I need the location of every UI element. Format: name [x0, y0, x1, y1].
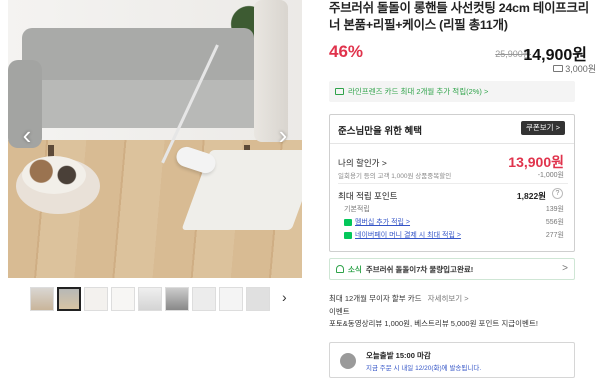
help-icon[interactable]: ? [552, 188, 563, 199]
divider [330, 143, 574, 144]
image-cat [22, 156, 86, 194]
thumbnail-selected[interactable] [57, 287, 81, 311]
installment-more-link[interactable]: 자세히보기 > [428, 294, 469, 303]
my-price-label[interactable]: 나의 할인가 > [338, 157, 387, 169]
store-news-bar[interactable]: 소식 주브러쉬 돌돌이7차 물량입고완료! > [329, 258, 575, 280]
points-row-link[interactable]: 멤버십 추가 적립 > [355, 217, 410, 227]
my-price: 13,900원 [508, 154, 564, 170]
coupon-button[interactable]: 쿠폰보기 > [520, 121, 565, 135]
thumbnail[interactable] [138, 287, 162, 311]
benefits-heading: 준스님만을 위한 혜택 [338, 126, 422, 137]
thumbnail[interactable] [165, 287, 189, 311]
delivery-deadline: 오늘출발 15:00 마감 [366, 351, 431, 360]
product-title: 주브러쉬 돌돌이 롱핸들 사선컷팅 24cm 테이프크리너 본품+리필+케이스 … [329, 1, 589, 32]
divider [338, 183, 568, 184]
my-price-note: 일회용기 등의 고객 1,000원 상품중복할인 [338, 173, 452, 180]
next-image-arrow-icon[interactable]: › [272, 120, 294, 150]
product-info: 주브러쉬 돌돌이 롱핸들 사선컷팅 24cm 테이프크리너 본품+리필+케이스 … [329, 0, 591, 68]
thumbnail[interactable] [84, 287, 108, 311]
points-row-value: 277원 [545, 232, 564, 239]
credit-card-icon [335, 88, 344, 95]
points-row-basic: 기본적립 [344, 204, 370, 214]
truck-icon [553, 65, 564, 72]
shipping-fee-value: 3,000원 [565, 64, 596, 74]
benefits-box: 준스님만을 위한 혜택 쿠폰보기 > 나의 할인가 > 13,900원 일회용기… [329, 114, 575, 252]
thumbnail[interactable] [30, 287, 54, 311]
bell-icon [336, 265, 344, 273]
delivery-box: 오늘출발 15:00 마감 지금 주문 시 내일 12/20(화)에 발송됩니다… [329, 342, 575, 378]
card-benefit-banner[interactable]: 라인프렌즈 카드 최대 2개월 추가 적립(2%) > [329, 81, 575, 102]
thumbnail-next-icon[interactable]: › [282, 289, 287, 305]
delivery-truck-icon [340, 353, 356, 369]
points-row-naverpay[interactable]: 네이버페이 머니 결제 시 최대 적립 > [344, 230, 461, 240]
points-value: 1,822원 [516, 191, 546, 201]
discount-rate: 46% [329, 42, 364, 61]
image-sofa-seat [8, 80, 270, 128]
event-title: 이벤트 [329, 307, 350, 316]
thumbnail[interactable] [219, 287, 243, 311]
points-row-membership[interactable]: 멤버십 추가 적립 > [344, 217, 410, 227]
news-tag: 소식 [348, 264, 362, 274]
event-text: 포토&동영상리뷰 1,000원, 베스트리뷰 5,000원 포인트 지급이벤트! [329, 319, 538, 328]
points-row-value: 139원 [545, 206, 564, 213]
installment-info: 최대 12개월 무이자 할부 카드 자세히보기 > [329, 293, 469, 304]
thumbnail[interactable] [111, 287, 135, 311]
thumbnail[interactable] [192, 287, 216, 311]
product-main-image: ‹ › [8, 0, 302, 278]
price-row: 46% 25,900원 14,900원 [329, 38, 591, 68]
membership-icon [344, 218, 352, 226]
prev-image-arrow-icon[interactable]: ‹ [16, 120, 38, 150]
thumbnail-strip [30, 287, 270, 313]
thumbnail[interactable] [246, 287, 270, 311]
points-label: 최대 적립 포인트 [338, 191, 398, 201]
points-row-link[interactable]: 네이버페이 머니 결제 시 최대 적립 > [355, 230, 461, 240]
delivery-estimate: 지금 주문 시 내일 12/20(화)에 발송됩니다. [366, 365, 482, 372]
shipping-fee: 3,000원 [553, 62, 596, 75]
points-row-value: 556원 [545, 219, 564, 226]
card-benefit-text: 라인프렌즈 카드 최대 2개월 추가 적립(2%) > [348, 87, 489, 96]
naverpay-icon [344, 231, 352, 239]
news-message: 주브러쉬 돌돌이7차 물량입고완료! [365, 264, 474, 274]
my-price-discount: -1,000원 [537, 172, 564, 179]
points-row-label: 기본적립 [344, 206, 370, 213]
chevron-right-icon: > [562, 263, 568, 274]
installment-text: 최대 12개월 무이자 할부 카드 [329, 294, 422, 303]
